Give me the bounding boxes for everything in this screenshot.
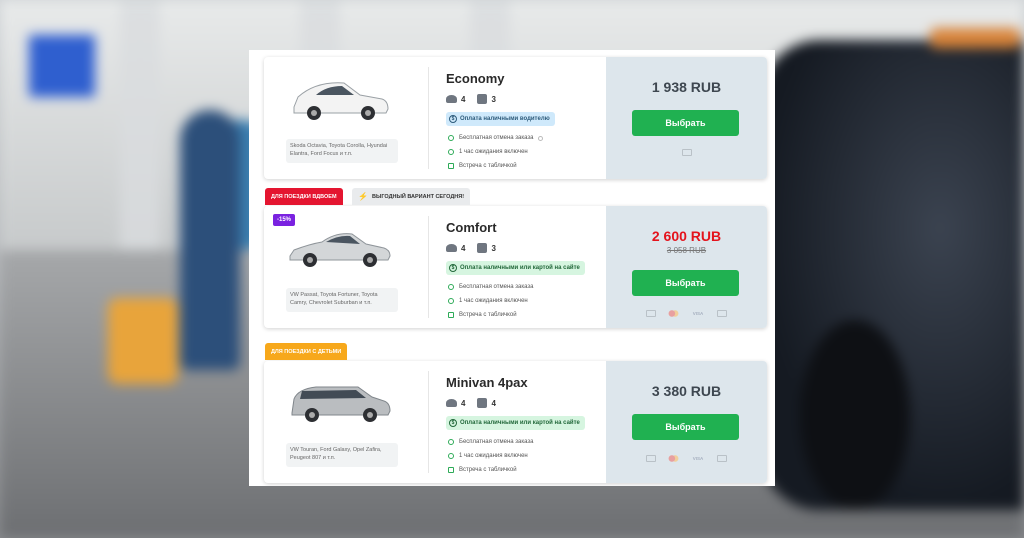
clock-icon <box>448 298 454 304</box>
cash-icon: $ <box>449 115 457 123</box>
tag-kids: ДЛЯ ПОЕЗДКИ С ДЕТЬМИ <box>265 343 348 360</box>
offer-card-minivan: VW Touran, Ford Galaxy, Opel Zafira, Peu… <box>264 361 767 483</box>
feature-label: 1 час ожидания включен <box>459 453 528 459</box>
feature-meet-sign: Встреча с табличкой <box>448 467 517 473</box>
card-icon <box>646 310 656 317</box>
bags-count: 3 <box>491 243 496 253</box>
sign-icon <box>448 467 454 473</box>
luggage-icon <box>477 94 488 104</box>
visa-icon: VISA <box>692 456 704 461</box>
payment-icons: VISA <box>606 310 767 317</box>
price: 1 938 RUB <box>651 79 722 95</box>
capacity: 4 4 <box>446 398 504 408</box>
car-models: VW Touran, Ford Galaxy, Opel Zafira, Peu… <box>286 443 398 467</box>
clock-icon <box>448 453 454 459</box>
capacity: 4 3 <box>446 94 504 104</box>
price-discounted: 2 600 RUB <box>651 228 722 244</box>
car-image <box>291 386 391 422</box>
payment-label: Оплата наличными водителю <box>460 116 550 122</box>
luggage-icon <box>477 243 488 253</box>
check-icon <box>448 284 454 290</box>
feature-label: 1 час ожидания включен <box>459 298 528 304</box>
feature-free-cancel: Бесплатная отмена заказа <box>448 439 533 445</box>
sign-icon <box>448 312 454 318</box>
visa-icon: VISA <box>692 311 704 316</box>
car-image <box>293 82 389 120</box>
offer-title: Comfort <box>446 220 497 235</box>
passengers-icon <box>446 399 457 407</box>
feature-label: Встреча с табличкой <box>459 163 517 169</box>
feature-waiting: 1 час ожидания включен <box>448 149 528 155</box>
feature-label: Встреча с табличкой <box>459 467 517 473</box>
offer-card-comfort: VW Passat, Toyota Fortuner, Toyota Camry… <box>264 206 767 328</box>
payment-method: $ Оплата наличными или картой на сайте <box>446 416 585 430</box>
payment-icons <box>606 149 767 156</box>
cash-icon: $ <box>449 419 457 427</box>
payment-method: $ Оплата наличными или картой на сайте <box>446 261 585 275</box>
clock-icon <box>448 149 454 155</box>
feature-meet-sign: Встреча с табличкой <box>448 163 517 169</box>
offer-title: Economy <box>446 71 505 86</box>
price-old: 3 058 RUB <box>666 246 707 255</box>
mastercard-icon <box>668 455 679 462</box>
discount-badge: -15% <box>273 214 296 226</box>
passengers-count: 4 <box>461 398 466 408</box>
feature-label: Встреча с табличкой <box>459 312 517 318</box>
cash-icon <box>681 149 692 156</box>
feature-free-cancel: Бесплатная отмена заказа <box>448 284 533 290</box>
payment-method: $ Оплата наличными водителю <box>446 112 555 126</box>
car-models: VW Passat, Toyota Fortuner, Toyota Camry… <box>286 288 398 312</box>
lightning-icon: ⚡ <box>358 192 368 201</box>
tag-best-today: ⚡ ВЫГОДНЫЙ ВАРИАНТ СЕГОДНЯ! <box>352 188 471 205</box>
passengers-icon <box>446 244 457 252</box>
check-icon <box>448 135 454 141</box>
mir-icon <box>717 455 727 462</box>
tag-couple: ДЛЯ ПОЕЗДКИ ВДВОЕМ <box>265 188 343 205</box>
feature-meet-sign: Встреча с табличкой <box>448 312 517 318</box>
feature-label: Бесплатная отмена заказа <box>459 439 534 445</box>
luggage-icon <box>477 398 488 408</box>
car-models: Skoda Octavia, Toyota Corolla, Hyundai E… <box>286 139 398 163</box>
info-icon[interactable] <box>538 135 544 141</box>
payment-icons: VISA <box>606 455 767 462</box>
offer-card-economy: Skoda Octavia, Toyota Corolla, Hyundai E… <box>264 57 767 179</box>
feature-label: Бесплатная отмена заказа <box>459 284 534 290</box>
bags-count: 4 <box>491 398 496 408</box>
select-button[interactable]: Выбрать <box>632 270 739 296</box>
bags-count: 3 <box>491 94 496 104</box>
passengers-count: 4 <box>461 243 466 253</box>
select-button[interactable]: Выбрать <box>632 110 739 136</box>
sign-icon <box>448 163 454 169</box>
feature-label: 1 час ожидания включен <box>459 149 528 155</box>
cash-icon: $ <box>449 264 457 272</box>
feature-label: Бесплатная отмена заказа <box>459 135 534 141</box>
price: 3 380 RUB <box>651 383 722 399</box>
offers-panel: Skoda Octavia, Toyota Corolla, Hyundai E… <box>249 50 775 486</box>
feature-waiting: 1 час ожидания включен <box>448 453 528 459</box>
offer-title: Minivan 4pax <box>446 375 528 390</box>
card-icon <box>646 455 656 462</box>
check-icon <box>448 439 454 445</box>
feature-free-cancel: Бесплатная отмена заказа <box>448 135 544 141</box>
passengers-count: 4 <box>461 94 466 104</box>
mir-icon <box>717 310 727 317</box>
payment-label: Оплата наличными или картой на сайте <box>460 420 580 426</box>
tag-best-today-label: ВЫГОДНЫЙ ВАРИАНТ СЕГОДНЯ! <box>371 193 465 200</box>
feature-waiting: 1 час ожидания включен <box>448 298 528 304</box>
car-image <box>289 233 391 267</box>
payment-label: Оплата наличными или картой на сайте <box>460 265 580 271</box>
capacity: 4 3 <box>446 243 504 253</box>
mastercard-icon <box>668 310 679 317</box>
passengers-icon <box>446 95 457 103</box>
select-button[interactable]: Выбрать <box>632 414 739 440</box>
